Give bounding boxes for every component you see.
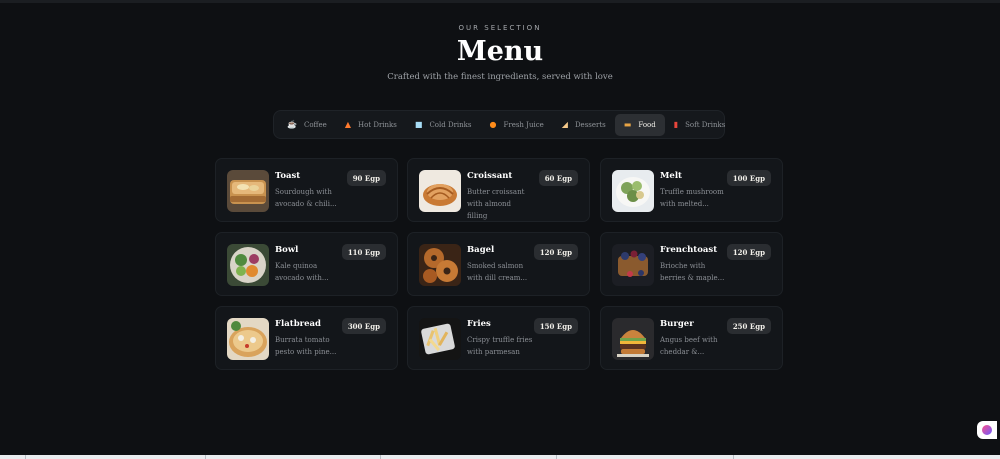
tab-cold-drinks[interactable]: ■ Cold Drinks — [406, 114, 481, 136]
tab-label: Soft Drinks — [685, 120, 726, 129]
tab-label: Fresh Juice — [503, 120, 544, 129]
tab-fresh-juice[interactable]: ● Fresh Juice — [481, 114, 553, 136]
orange-icon: ● — [489, 120, 497, 129]
item-name: Toast — [275, 171, 301, 181]
frenchtoast-image — [612, 244, 654, 286]
item-name: Bowl — [275, 245, 299, 255]
croissant-image — [419, 170, 461, 212]
tab-food[interactable]: ▬ Food — [614, 113, 665, 136]
item-description: Brioche with berries & maple... — [660, 262, 725, 282]
item-description: Truffle mushroom with melted... — [660, 188, 724, 208]
flatbread-image — [227, 318, 269, 360]
section-eyebrow: OUR SELECTION — [458, 24, 542, 32]
price-badge: 120 Egp — [533, 244, 578, 260]
price-badge: 250 Egp — [726, 318, 771, 334]
price-badge: 60 Egp — [538, 170, 578, 186]
item-name: Flatbread — [275, 319, 321, 329]
fire-icon: ▲ — [344, 120, 351, 129]
coffee-icon: ☕ — [287, 120, 297, 129]
brand-logo-icon — [982, 425, 992, 435]
floating-widget-button[interactable] — [977, 421, 997, 439]
menu-item-card[interactable]: Melt Truffle mushroom with melted... 100… — [600, 158, 783, 222]
tab-label: Desserts — [574, 120, 606, 129]
menu-item-card[interactable]: Frenchtoast Brioche with berries & maple… — [600, 232, 783, 296]
item-description: Kale quinoa avocado with... — [275, 262, 329, 282]
item-description: Crispy truffle fries with parmesan — [467, 336, 533, 356]
item-description: Butter croissant with almond filling — [467, 188, 525, 220]
menu-item-card[interactable]: Toast Sourdough with avocado & chili... … — [215, 158, 398, 222]
menu-item-card[interactable]: Burger Angus beef with cheddar &... 250 … — [600, 306, 783, 370]
menu-header: OUR SELECTION Menu Crafted with the fine… — [0, 24, 1000, 82]
item-description: Smoked salmon with dill cream... — [467, 262, 528, 282]
melt-image — [612, 170, 654, 212]
toast-image — [227, 170, 269, 212]
fries-image — [419, 318, 461, 360]
category-tabs: ☕ Coffee ▲ Hot Drinks ■ Cold Drinks ● Fresh … — [273, 110, 725, 139]
price-badge: 150 Egp — [533, 318, 578, 334]
item-description: Angus beef with cheddar &... — [660, 336, 718, 356]
page-subtitle: Crafted with the finest ingredients, ser… — [387, 72, 613, 82]
price-badge: 110 Egp — [341, 244, 386, 260]
tab-label: Food — [638, 120, 656, 129]
page-title: Menu — [456, 36, 544, 67]
item-name: Burger — [660, 319, 694, 329]
bagel-image — [419, 244, 461, 286]
price-badge: 100 Egp — [726, 170, 771, 186]
tab-hot-drinks[interactable]: ▲ Hot Drinks — [336, 114, 406, 136]
item-name: Croissant — [467, 171, 513, 181]
price-badge: 300 Egp — [341, 318, 386, 334]
tab-soft-drinks[interactable]: ▮ Soft Drinks — [665, 114, 735, 136]
bottom-bar — [0, 455, 1000, 459]
top-border — [0, 0, 1000, 3]
bowl-image — [227, 244, 269, 286]
cake-icon: ◢ — [561, 120, 568, 129]
item-description: Burrata tomato pesto with pine... — [275, 336, 337, 356]
item-name: Frenchtoast — [660, 245, 718, 255]
menu-item-card[interactable]: Croissant Butter croissant with almond f… — [407, 158, 590, 222]
burger-image — [612, 318, 654, 360]
price-badge: 90 Egp — [346, 170, 386, 186]
item-name: Bagel — [467, 245, 495, 255]
tab-desserts[interactable]: ◢ Desserts — [553, 114, 615, 136]
price-badge: 120 Egp — [726, 244, 771, 260]
menu-item-card[interactable]: Bagel Smoked salmon with dill cream... 1… — [407, 232, 590, 296]
soda-cup-icon: ▮ — [673, 120, 679, 129]
item-description: Sourdough with avocado & chili... — [275, 188, 337, 208]
tab-label: Cold Drinks — [429, 120, 472, 129]
item-name: Melt — [660, 171, 682, 181]
tab-label: Coffee — [303, 120, 327, 129]
menu-item-card[interactable]: Fries Crispy truffle fries with parmesan… — [407, 306, 590, 370]
tab-coffee[interactable]: ☕ Coffee — [278, 114, 336, 136]
item-name: Fries — [467, 319, 491, 329]
ice-cube-icon: ■ — [414, 120, 423, 129]
menu-item-card[interactable]: Flatbread Burrata tomato pesto with pine… — [215, 306, 398, 370]
burger-icon: ▬ — [623, 120, 632, 129]
tab-label: Hot Drinks — [357, 120, 397, 129]
menu-item-card[interactable]: Bowl Kale quinoa avocado with... 110 Egp — [215, 232, 398, 296]
